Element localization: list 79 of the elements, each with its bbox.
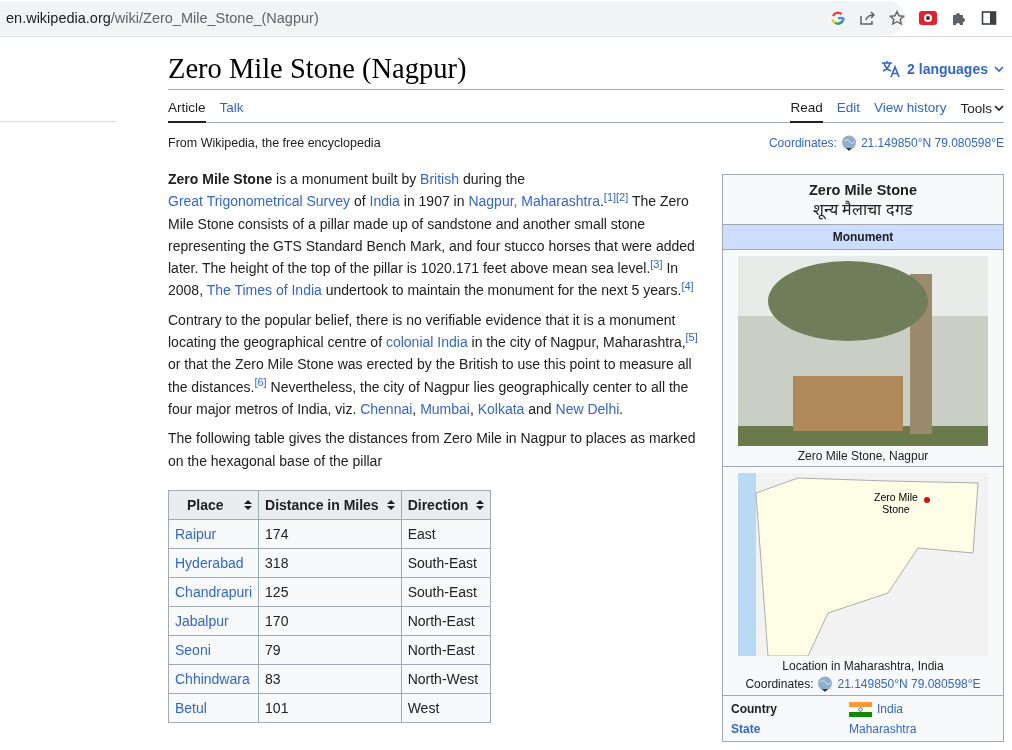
table-cell: 83	[258, 664, 402, 694]
table-cell: 170	[258, 606, 402, 636]
table-cell: South-East	[401, 577, 491, 607]
url-path: /wiki/Zero_Mile_Stone_(Nagpur)	[110, 10, 319, 26]
sort-icon[interactable]	[244, 499, 253, 510]
coordinates-label[interactable]: Coordinates:	[768, 136, 837, 150]
extension-icon[interactable]	[919, 11, 937, 25]
address-bar[interactable]: en.wikipedia.org/wiki/Zero_Mile_Stone_(Nagpur)	[0, 1, 905, 35]
citation-link[interactable]: [5]	[685, 331, 698, 344]
text-link[interactable]: The Times of India	[206, 282, 322, 299]
side-panel-icon[interactable]	[981, 10, 997, 26]
paragraph-text: Zero Mile Stone is a monument built by British during the Great Trigonometrical Survey of India in 1907 in Nagpur, Maharashtra.$^{[1]}$$^{[2]}$ The Zero Mile Stone consists of a pillar made up of sandstone and another small stone representing the GTS Standard Bench Mark, and four stucco horses that were added later. The height of the top of the pillar is 1020.171 feet above mean sea level.$^{[3]}$ In 2008, The Times of India undertook to maintain the monument for the next 5 years.$^{[4]}$	[168, 170, 696, 301]
coordinates-link[interactable]: 21.149850°N 79.080598°E	[860, 136, 1004, 150]
text-link[interactable]: India	[369, 193, 400, 210]
map-label: Zero Mile Stone	[873, 491, 919, 515]
field-value-link[interactable]: India	[877, 699, 904, 719]
paragraph-text: The following table gives the distances from Zero Mile in Nagpur to places as marked on the hexagonal base of the pillar	[168, 429, 697, 471]
page-tab[interactable]: Article	[168, 90, 206, 123]
translate-icon	[881, 60, 902, 78]
citation-link[interactable]: [1]	[603, 190, 617, 203]
puzzle-icon[interactable]	[951, 10, 967, 26]
table-cell: 318	[258, 548, 402, 578]
text-link[interactable]: Great Trigonometrical Survey	[168, 193, 351, 210]
google-g-icon[interactable]	[831, 11, 845, 25]
place-link[interactable]: Raipur	[168, 519, 259, 549]
table-cell: West	[401, 693, 491, 723]
chevron-down-icon	[994, 103, 1004, 113]
place-link[interactable]: Seoni	[168, 635, 259, 665]
citation-link[interactable]: [6]	[254, 376, 267, 388]
share-icon[interactable]	[859, 10, 875, 26]
paragraph-text: Contrary to the popular belief, there is no verifiable evidence that it is a monument locating the geographical centre of colonial India in the city of Nagpur, Maharashtra,$^{[5]}$ or that the Zero Mile Stone was erected by the British to use this point to measure all the distances.$^{[6]}$ Nevertheless, the city of Nagpur lies geographically center to all the four major metros of India, viz. Chennai, Mumbai, Kolkata and New Delhi.	[168, 310, 699, 419]
location-dot	[924, 497, 930, 503]
infobox-type: Monument	[723, 225, 1003, 250]
table-cell: 101	[258, 693, 402, 723]
map-caption: Location in Maharashtra, India	[782, 659, 944, 673]
photo-caption: Zero Mile Stone, Nagpur	[797, 449, 929, 463]
tools-menu[interactable]: Tools	[960, 90, 1004, 122]
native-title: शून्य मैलाचा दगड	[812, 199, 914, 220]
text-link[interactable]: Nagpur, Maharashtra	[468, 193, 600, 210]
languages-button[interactable]: 2 languages	[881, 60, 1004, 78]
sort-icon[interactable]	[476, 499, 485, 510]
citation-link[interactable]: [2]	[616, 190, 629, 203]
tagline: From Wikipedia, the free encyclopedia	[168, 136, 381, 150]
article-title: Zero Mile Stone (Nagpur)	[168, 53, 467, 85]
sort-icon[interactable]	[386, 499, 395, 510]
place-link[interactable]: Chhindwara	[168, 664, 259, 694]
url-host: en.wikipedia.org	[6, 10, 111, 26]
view-tab[interactable]: View history	[873, 90, 947, 123]
text-link[interactable]: colonial India	[385, 334, 468, 351]
table-cell: North-East	[401, 606, 491, 636]
citation-link[interactable]: [3]	[650, 257, 663, 270]
page-tab[interactable]: Talk	[219, 90, 244, 123]
text-link[interactable]: Mumbai	[420, 400, 470, 417]
table-cell: East	[401, 519, 491, 549]
chevron-down-icon	[994, 64, 1004, 74]
text-link[interactable]: British	[420, 171, 459, 187]
field-value-link[interactable]: Maharashtra	[849, 719, 917, 739]
place-link[interactable]: Chandrapuri	[168, 577, 259, 607]
place-link[interactable]: Hyderabad	[168, 548, 259, 578]
field-label: Country	[731, 701, 778, 718]
infobox-title: Zero Mile Stone	[808, 182, 918, 198]
table-cell: 79	[258, 635, 402, 665]
table-cell: 125	[258, 577, 402, 607]
place-link[interactable]: Betul	[168, 693, 259, 723]
citation-link[interactable]: [4]	[681, 279, 694, 292]
table-cell: North-West	[401, 664, 491, 694]
view-tab[interactable]: Edit	[836, 90, 860, 123]
globe-icon	[840, 135, 857, 151]
table-cell: North-East	[401, 635, 491, 665]
star-icon[interactable]	[889, 10, 905, 26]
coordinates-link[interactable]: 21.149850°N 79.080598°E	[837, 677, 981, 691]
text-link[interactable]: Kolkata	[477, 400, 525, 417]
field-label-link[interactable]: State	[731, 719, 849, 739]
view-tab[interactable]: Read	[790, 90, 823, 123]
globe-icon	[817, 676, 834, 692]
table-cell: 174	[258, 519, 402, 549]
coordinates-label: Coordinates:	[745, 677, 814, 691]
table-cell: South-East	[401, 548, 491, 578]
place-link[interactable]: Jabalpur	[168, 606, 259, 636]
